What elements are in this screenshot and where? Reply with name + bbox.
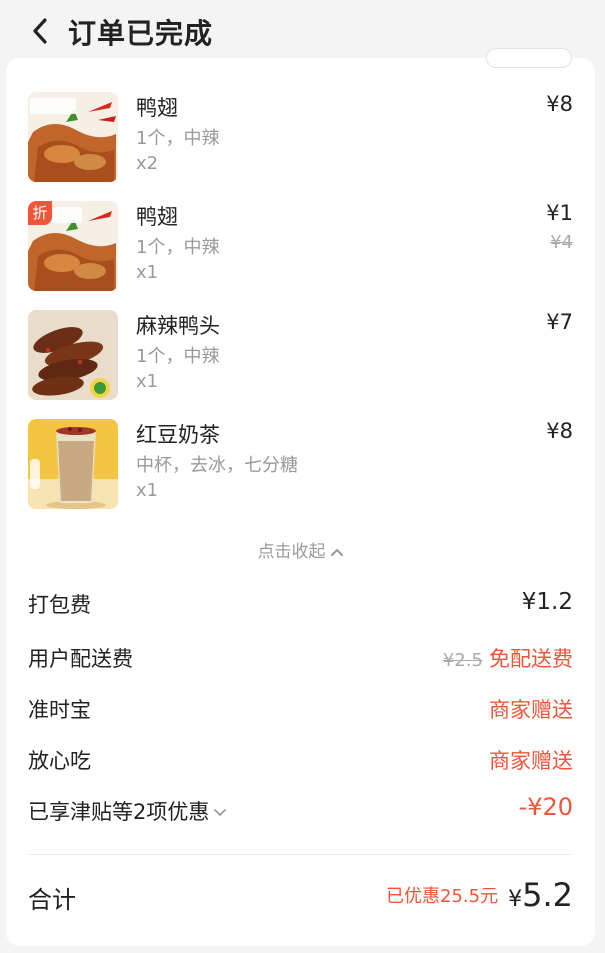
item-spec: 1个，中辣: [136, 237, 220, 258]
partial-button[interactable]: [486, 48, 572, 68]
total-discount: 已优惠25.5元: [386, 886, 499, 907]
fee-label-group: 已享津贴等2项优惠: [28, 796, 227, 826]
item-quantity: x2: [136, 153, 159, 174]
fee-value-group: ¥2.5 免配送费: [443, 643, 573, 673]
fee-row-packaging: 打包费 ¥1.2: [28, 589, 573, 619]
collapse-toggle[interactable]: 点击收起: [6, 537, 595, 562]
item-price: ¥1: [546, 201, 573, 225]
order-item[interactable]: 红豆奶茶 中杯，去冰，七分糖 x1 ¥8: [28, 419, 573, 511]
duck-wing-thumbnail: 折: [28, 201, 118, 291]
total-label: 合计: [28, 886, 76, 914]
fee-row-safe-eat: 放心吃 商家赠送: [28, 745, 573, 775]
back-button[interactable]: [24, 14, 56, 48]
chevron-up-icon: [330, 549, 343, 556]
fee-label: 准时宝: [28, 698, 91, 722]
divider: [28, 854, 573, 855]
item-name: 麻辣鸭头: [136, 314, 220, 338]
fee-row-ontime-guarantee: 准时宝 商家赠送: [28, 694, 573, 724]
fee-label: 放心吃: [28, 749, 91, 773]
collapse-label: 点击收起: [257, 542, 326, 562]
fee-label: 用户配送费: [28, 647, 133, 671]
fee-row-delivery: 用户配送费 ¥2.5 免配送费: [28, 643, 573, 673]
fee-row-discounts[interactable]: 已享津贴等2项优惠 -¥20: [28, 793, 573, 826]
spicy-duck-head-thumbnail: [28, 310, 118, 400]
order-item[interactable]: 鸭翅 1个，中辣 x2 ¥8: [28, 92, 573, 184]
total-amount: 5.2: [522, 876, 573, 914]
page-title: 订单已完成: [68, 17, 214, 50]
fee-value: 商家赠送: [489, 698, 573, 722]
fee-original: ¥2.5: [442, 650, 483, 671]
item-spec: 1个，中辣: [136, 346, 220, 367]
total-currency: ¥: [508, 887, 523, 912]
item-spec: 1个，中辣: [136, 128, 220, 149]
chevron-left-icon: [33, 18, 47, 44]
item-spec: 中杯，去冰，七分糖: [136, 455, 298, 476]
duck-wing-thumbnail: [28, 92, 118, 182]
item-name: 鸭翅: [136, 96, 178, 120]
fee-value: ¥1.2: [521, 589, 573, 615]
discount-badge: 折: [28, 201, 52, 225]
fee-label: 打包费: [28, 593, 91, 617]
fee-value: 免配送费: [489, 647, 573, 671]
item-name: 鸭翅: [136, 205, 178, 229]
red-bean-milk-tea-thumbnail: [28, 419, 118, 509]
item-price: ¥8: [546, 92, 573, 116]
item-quantity: x1: [136, 480, 159, 501]
item-quantity: x1: [136, 371, 159, 392]
order-item[interactable]: 折 鸭翅 1个，中辣 x1 ¥1 ¥4: [28, 201, 573, 293]
item-price: ¥8: [546, 419, 573, 443]
chevron-down-icon: [214, 809, 227, 816]
fee-value: -¥20: [518, 793, 573, 821]
item-name: 红豆奶茶: [136, 423, 220, 447]
order-item[interactable]: 麻辣鸭头 1个，中辣 x1 ¥7: [28, 310, 573, 402]
item-original-price: ¥4: [550, 232, 573, 253]
order-detail-card: 鸭翅 1个，中辣 x2 ¥8 折 鸭翅 1个，中辣 x1 ¥1 ¥4 麻辣鸭头 …: [6, 48, 595, 946]
item-quantity: x1: [136, 262, 159, 283]
fee-value: 商家赠送: [489, 749, 573, 773]
total-summary: 已优惠25.5元 ¥5.2: [386, 876, 573, 914]
item-price: ¥7: [546, 310, 573, 334]
fee-label: 已享津贴等2项优惠: [28, 800, 210, 824]
